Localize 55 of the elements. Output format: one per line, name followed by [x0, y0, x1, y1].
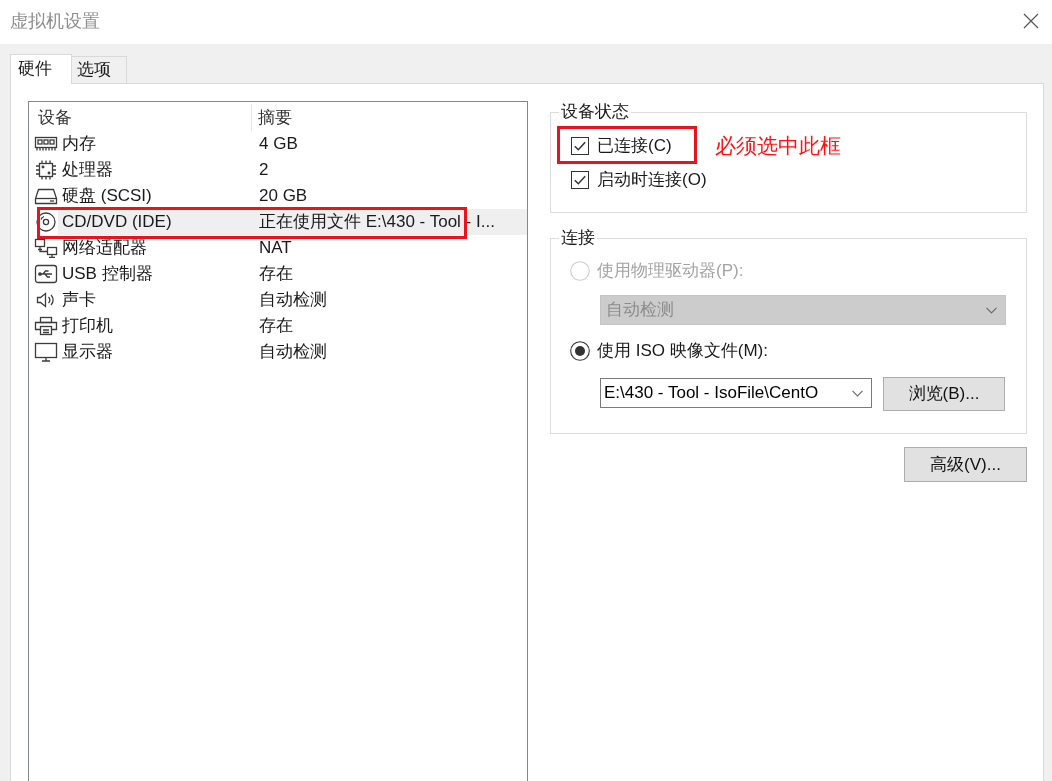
close-icon[interactable] [1023, 13, 1039, 29]
caret-icon [986, 306, 997, 314]
device-summary: 自动检测 [259, 290, 327, 310]
device-row[interactable]: 打印机 存在 [29, 313, 527, 339]
checkbox[interactable] [571, 137, 589, 155]
radio-label: 使用 ISO 映像文件(M): [597, 340, 768, 362]
column-header[interactable]: 设备 [38, 106, 72, 129]
chip-icon [34, 160, 58, 180]
device-name: USB 控制器 [62, 264, 153, 284]
device-name: 内存 [62, 134, 96, 154]
device-name: 显示器 [62, 342, 113, 362]
device-summary: 正在使用文件 E:\430 - Tool - I... [259, 212, 495, 232]
device-row[interactable]: 硬盘 (SCSI) 20 GB [29, 183, 527, 209]
device-summary: NAT [259, 238, 292, 258]
device-summary: 20 GB [259, 186, 308, 206]
device-name: CD/DVD (IDE) [62, 212, 172, 232]
device-summary: 4 GB [259, 134, 298, 154]
group-title: 设备状态 [560, 101, 630, 123]
hard-drive-icon [34, 186, 58, 206]
annotation-note: 必须选中此框 [714, 133, 841, 159]
memory-module-icon [34, 134, 58, 154]
device-summary: 存在 [259, 316, 293, 336]
caret-icon [852, 389, 863, 397]
checkbox-label: 启动时连接(O) [597, 169, 707, 191]
device-name: 处理器 [62, 160, 113, 180]
device-row[interactable]: 显示器 自动检测 [29, 339, 527, 365]
network-icon [34, 238, 58, 258]
device-summary: 自动检测 [259, 342, 327, 362]
advanced-button[interactable]: 高级(V)... [904, 447, 1027, 482]
disc-icon [34, 212, 58, 232]
tab[interactable]: 选项 [71, 56, 127, 83]
device-row[interactable]: 处理器 2 [29, 157, 527, 183]
device-row[interactable]: USB 控制器 存在 [29, 261, 527, 287]
radio-button[interactable] [570, 341, 590, 361]
usb-icon [34, 264, 58, 284]
group-title: 连接 [560, 227, 596, 249]
device-summary: 2 [259, 160, 269, 180]
browse-button[interactable]: 浏览(B)... [883, 377, 1005, 411]
checkbox[interactable] [571, 171, 589, 189]
printer-icon [34, 316, 58, 336]
device-name: 打印机 [62, 316, 113, 336]
device-row[interactable]: 网络适配器 NAT [29, 235, 527, 261]
window-title: 虚拟机设置 [10, 10, 100, 32]
device-name: 硬盘 (SCSI) [62, 186, 152, 206]
tab[interactable]: 硬件 [10, 54, 72, 84]
device-name: 网络适配器 [62, 238, 147, 258]
device-name: 声卡 [62, 290, 96, 310]
column-header[interactable]: 摘要 [258, 106, 292, 129]
combo-box[interactable]: E:\430 - Tool - IsoFile\CentO [600, 378, 872, 408]
monitor-icon [34, 342, 58, 362]
device-row[interactable]: 声卡 自动检测 [29, 287, 527, 313]
device-row[interactable]: 内存 4 GB [29, 131, 527, 157]
device-summary: 存在 [259, 264, 293, 284]
checkbox-label: 已连接(C) [597, 135, 672, 157]
radio-label: 使用物理驱动器(P): [597, 260, 744, 282]
